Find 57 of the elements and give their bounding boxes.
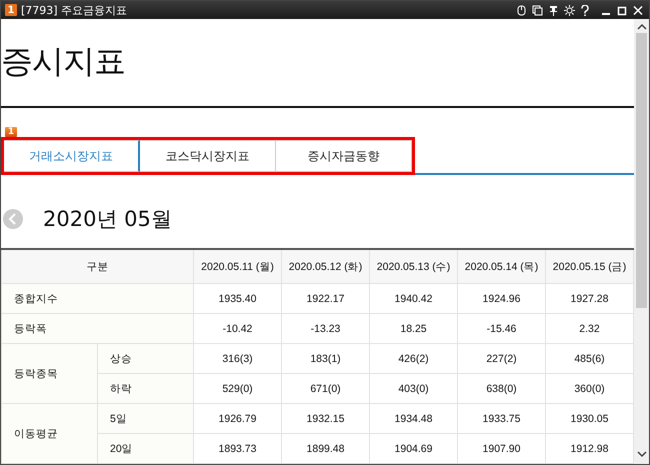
page-heading: 증시지표	[1, 41, 126, 80]
row-sublabel: 20일	[98, 434, 194, 464]
row-label: 등락종목	[2, 344, 98, 404]
table-cell: 1899.48	[282, 434, 370, 464]
table-cell: 18.25	[370, 314, 458, 344]
table-cell: 1934.48	[370, 404, 458, 434]
table-cell: 1935.40	[194, 284, 282, 314]
tab-badge: 1	[5, 127, 17, 137]
table-cell: 1932.15	[282, 404, 370, 434]
table-cell: -10.42	[194, 314, 282, 344]
table-cell: 529(0)	[194, 374, 282, 404]
table-cell: 1893.73	[194, 434, 282, 464]
scroll-thumb[interactable]	[636, 33, 647, 308]
scroll-up-icon[interactable]	[636, 23, 646, 31]
table-cell: 426(2)	[370, 344, 458, 374]
window-title: [7793] 주요금융지표	[21, 2, 128, 18]
maximize-icon[interactable]	[617, 4, 627, 16]
scrollbar[interactable]	[634, 19, 649, 464]
table-cell: 638(0)	[458, 374, 546, 404]
row-sublabel: 5일	[98, 404, 194, 434]
table-cell: 183(1)	[282, 344, 370, 374]
window-badge: 1	[5, 4, 17, 16]
table-cell: -13.23	[282, 314, 370, 344]
table-cell: -15.46	[458, 314, 546, 344]
tab[interactable]: 거래소시장지표	[4, 140, 140, 172]
sun-icon[interactable]	[564, 4, 575, 16]
column-header: 2020.05.12 (화)	[282, 249, 370, 284]
column-header: 2020.05.13 (수)	[370, 249, 458, 284]
table-cell: 671(0)	[282, 374, 370, 404]
table-cell: 1924.96	[458, 284, 546, 314]
scroll-down-icon[interactable]	[636, 450, 646, 458]
column-header: 구분	[2, 249, 194, 284]
month-label: 2020년 05월	[43, 206, 172, 233]
tab[interactable]: 증시자금동향	[276, 140, 412, 172]
table-cell: 1922.17	[282, 284, 370, 314]
table-cell: 1907.90	[458, 434, 546, 464]
pin-icon[interactable]	[549, 4, 558, 16]
column-header: 2020.05.11 (월)	[194, 249, 282, 284]
row-sublabel: 하락	[98, 374, 194, 404]
table-cell: 227(2)	[458, 344, 546, 374]
row-label: 이동평균	[2, 404, 98, 464]
table-cell: 1904.69	[370, 434, 458, 464]
help-icon[interactable]	[581, 4, 589, 16]
table-cell: 316(3)	[194, 344, 282, 374]
close-icon[interactable]	[633, 4, 643, 16]
column-header: 2020.05.15 (금)	[546, 249, 634, 284]
table-cell: 1933.75	[458, 404, 546, 434]
mouse-icon[interactable]	[517, 4, 526, 16]
table-cell: 403(0)	[370, 374, 458, 404]
row-sublabel: 상승	[98, 344, 194, 374]
row-label: 종합지수	[2, 284, 194, 314]
window-icon[interactable]	[532, 4, 543, 16]
row-label: 등락폭	[2, 314, 194, 344]
tab[interactable]: 코스닥시장지표	[140, 140, 276, 172]
column-header: 2020.05.14 (목)	[458, 249, 546, 284]
table-cell: 1926.79	[194, 404, 282, 434]
table-cell: 1940.42	[370, 284, 458, 314]
